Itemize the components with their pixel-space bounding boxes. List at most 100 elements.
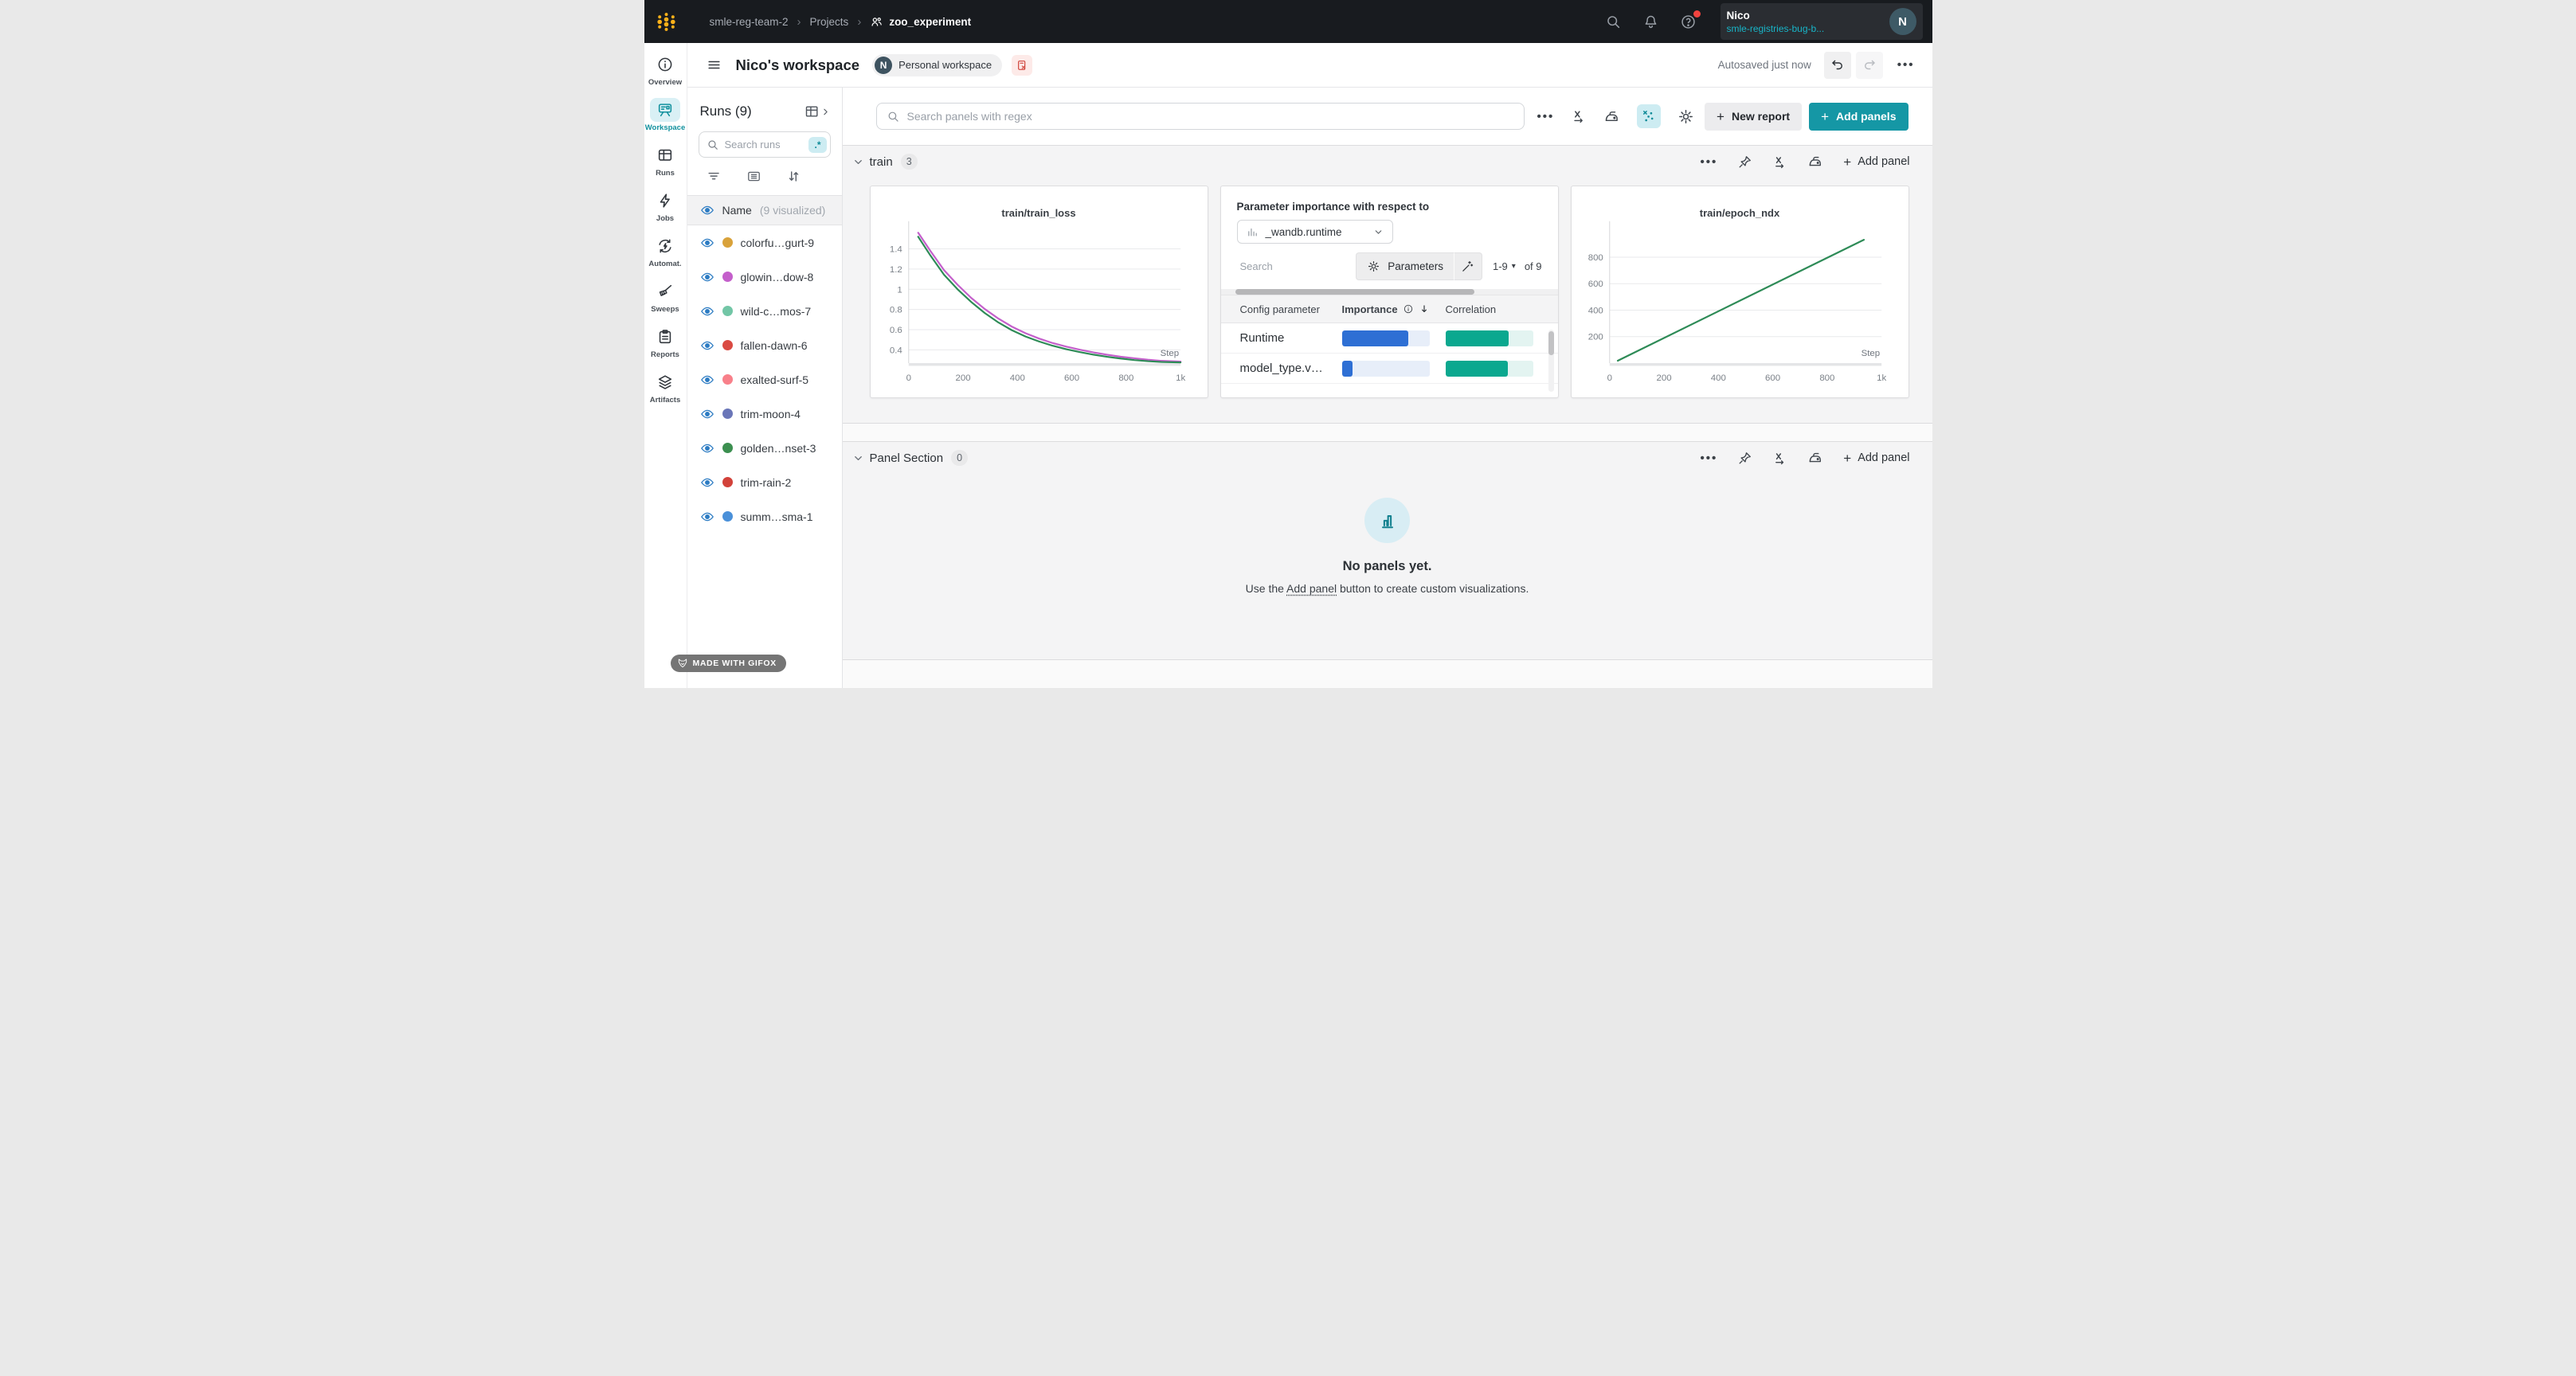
visibility-eye-icon[interactable] bbox=[700, 203, 714, 217]
workspace-badge[interactable]: N Personal workspace bbox=[872, 54, 1002, 76]
rail-item-reports[interactable]: Reports bbox=[644, 325, 687, 359]
visibility-eye-icon[interactable] bbox=[700, 338, 714, 353]
search-runs-input[interactable]: Search runs .* bbox=[699, 131, 831, 158]
search-icon[interactable] bbox=[1605, 14, 1622, 30]
pagination[interactable]: 1-9 ▾ of 9 bbox=[1493, 260, 1542, 272]
new-report-button[interactable]: + New report bbox=[1705, 103, 1802, 131]
run-row[interactable]: trim-rain-2 bbox=[700, 465, 842, 499]
chevron-down-icon[interactable] bbox=[852, 452, 864, 464]
visibility-eye-icon[interactable] bbox=[700, 475, 714, 490]
run-row[interactable]: trim-moon-4 bbox=[700, 397, 842, 431]
run-row[interactable]: colorfu…gurt-9 bbox=[700, 225, 842, 260]
breadcrumb-project[interactable]: zoo_experiment bbox=[870, 15, 971, 29]
smoothing-iron-icon[interactable] bbox=[1807, 154, 1823, 170]
run-row[interactable]: glowin…dow-8 bbox=[700, 260, 842, 294]
column-config-parameter[interactable]: Config parameter bbox=[1240, 303, 1342, 315]
rail-item-automations[interactable]: Automat. bbox=[644, 234, 687, 268]
run-row[interactable]: exalted-surf-5 bbox=[700, 362, 842, 397]
visibility-eye-icon[interactable] bbox=[700, 373, 714, 387]
notifications-bell-icon[interactable] bbox=[1642, 14, 1659, 30]
wandb-logo-icon[interactable] bbox=[644, 11, 689, 33]
magic-wand-button[interactable] bbox=[1454, 252, 1482, 280]
column-correlation[interactable]: Correlation bbox=[1446, 303, 1497, 315]
pin-section-icon[interactable] bbox=[1737, 154, 1752, 170]
run-row[interactable]: wild-c…mos-7 bbox=[700, 294, 842, 328]
chevron-down-icon[interactable] bbox=[852, 156, 864, 168]
visibility-eye-icon[interactable] bbox=[700, 236, 714, 250]
pin-section-icon[interactable] bbox=[1737, 451, 1752, 466]
visibility-eye-icon[interactable] bbox=[700, 510, 714, 524]
panel-train-loss[interactable]: train/train_loss 0.40.60.811.21.40200400… bbox=[870, 186, 1208, 398]
x-axis-settings-icon[interactable] bbox=[1772, 154, 1787, 170]
svg-text:200: 200 bbox=[1656, 373, 1671, 383]
run-row[interactable]: fallen-dawn-6 bbox=[700, 328, 842, 362]
run-list-header[interactable]: Name (9 visualized) bbox=[687, 195, 842, 225]
redo-button[interactable] bbox=[1856, 52, 1883, 79]
panels-overflow-menu[interactable]: ••• bbox=[1537, 110, 1555, 123]
add-panels-button[interactable]: + Add panels bbox=[1809, 103, 1908, 131]
regex-toggle-button[interactable]: .* bbox=[808, 137, 826, 153]
search-panels-placeholder: Search panels with regex bbox=[907, 110, 1032, 123]
importance-search-placeholder[interactable]: Search bbox=[1240, 260, 1273, 272]
settings-gear-icon[interactable] bbox=[1678, 108, 1694, 125]
section-panel-count: 3 bbox=[901, 154, 918, 170]
add-panel-button[interactable]: + Add panel bbox=[1843, 452, 1909, 465]
expand-runs-table-button[interactable] bbox=[805, 104, 831, 119]
vertical-scrollbar[interactable] bbox=[1548, 330, 1554, 392]
rail-item-artifacts[interactable]: Artifacts bbox=[644, 370, 687, 405]
breadcrumb-projects[interactable]: Projects bbox=[810, 16, 849, 28]
parameters-manager-button[interactable]: Parameters bbox=[1356, 252, 1454, 280]
user-menu[interactable]: Nico smle-registries-bug-b... N bbox=[1721, 3, 1923, 40]
visibility-eye-icon[interactable] bbox=[700, 407, 714, 421]
filter-icon[interactable] bbox=[707, 169, 722, 184]
visibility-eye-icon[interactable] bbox=[700, 304, 714, 319]
section-title[interactable]: Panel Section bbox=[870, 452, 944, 465]
rail-item-jobs[interactable]: Jobs bbox=[644, 189, 687, 223]
rail-item-runs[interactable]: Runs bbox=[644, 143, 687, 178]
help-icon[interactable] bbox=[1680, 14, 1697, 30]
x-axis-settings-icon[interactable] bbox=[1571, 108, 1587, 124]
user-org-link[interactable]: smle-registries-bug-b... bbox=[1727, 23, 1825, 34]
column-importance[interactable]: Importance bbox=[1342, 303, 1446, 315]
section-train: train 3 ••• + Add panel bbox=[843, 145, 1932, 424]
add-panel-button[interactable]: + Add panel bbox=[1843, 155, 1909, 169]
clear-workspace-icon[interactable] bbox=[1012, 55, 1032, 76]
header-overflow-menu[interactable]: ••• bbox=[1897, 58, 1915, 72]
importance-bar bbox=[1342, 361, 1430, 377]
add-panel-link[interactable]: Add panel bbox=[1286, 582, 1337, 595]
breadcrumb-team[interactable]: smle-reg-team-2 bbox=[710, 16, 789, 28]
run-color-dot bbox=[722, 477, 733, 487]
rail-item-workspace[interactable]: Workspace bbox=[644, 98, 687, 132]
chevron-down-icon bbox=[1373, 227, 1384, 237]
x-axis-settings-icon[interactable] bbox=[1772, 451, 1787, 466]
section-title[interactable]: train bbox=[870, 155, 893, 169]
undo-button[interactable] bbox=[1824, 52, 1851, 79]
panel-epoch-ndx[interactable]: train/epoch_ndx 200400600800020040060080… bbox=[1571, 186, 1909, 398]
horizontal-scrollbar[interactable] bbox=[1221, 289, 1558, 295]
info-circle-icon bbox=[650, 53, 680, 76]
rail-item-sweeps[interactable]: Sweeps bbox=[644, 280, 687, 314]
outliers-scatter-icon[interactable] bbox=[1637, 104, 1661, 128]
pagination-range[interactable]: 1-9 bbox=[1493, 260, 1508, 272]
avatar[interactable]: N bbox=[1889, 8, 1916, 35]
smoothing-iron-icon[interactable] bbox=[1807, 450, 1823, 466]
importance-table-row[interactable]: model_type.v… bbox=[1221, 354, 1558, 384]
collapse-sidebar-icon[interactable] bbox=[707, 57, 722, 72]
run-color-dot bbox=[722, 306, 733, 316]
sort-icon[interactable] bbox=[786, 169, 801, 184]
visibility-eye-icon[interactable] bbox=[700, 270, 714, 284]
main-content: Search panels with regex ••• bbox=[843, 88, 1932, 688]
panel-parameter-importance[interactable]: Parameter importance with respect to _wa… bbox=[1220, 186, 1559, 398]
run-row[interactable]: golden…nset-3 bbox=[700, 431, 842, 465]
visibility-eye-icon[interactable] bbox=[700, 441, 714, 455]
section-overflow-menu[interactable]: ••• bbox=[1700, 155, 1717, 169]
run-row[interactable]: summ…sma-1 bbox=[700, 499, 842, 534]
rail-item-overview[interactable]: Overview bbox=[644, 53, 687, 87]
importance-table-row[interactable]: Runtime bbox=[1221, 323, 1558, 354]
smoothing-iron-icon[interactable] bbox=[1603, 108, 1620, 125]
metric-select-dropdown[interactable]: _wandb.runtime bbox=[1237, 220, 1393, 244]
group-list-icon[interactable] bbox=[746, 169, 761, 184]
run-list: colorfu…gurt-9glowin…dow-8wild-c…mos-7fa… bbox=[687, 225, 842, 534]
section-overflow-menu[interactable]: ••• bbox=[1700, 452, 1717, 465]
search-panels-input[interactable]: Search panels with regex bbox=[876, 103, 1525, 130]
